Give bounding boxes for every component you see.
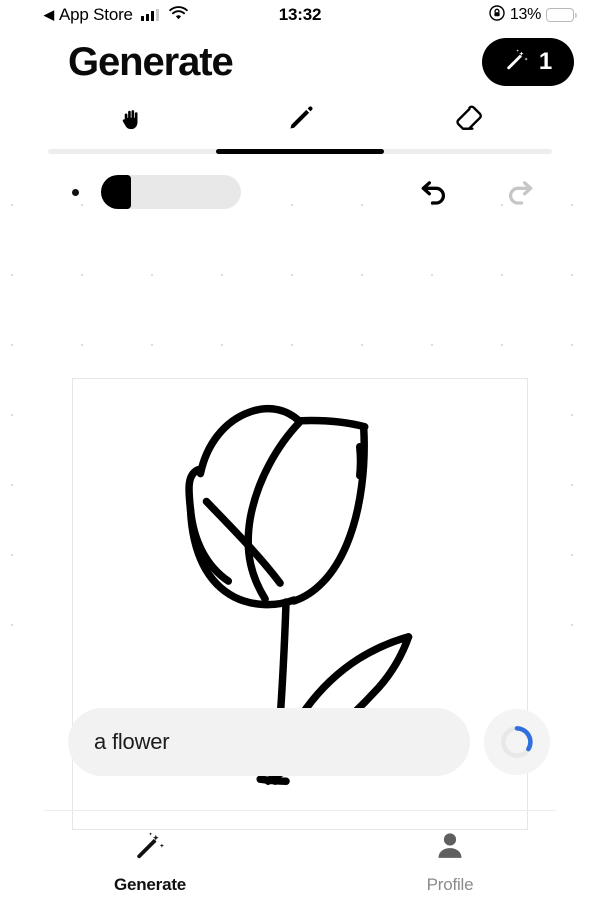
drawing-editor [0,154,600,830]
rotation-lock-icon [489,4,505,26]
tool-tab-eraser[interactable] [384,94,552,149]
undo-button[interactable] [412,177,456,207]
tool-tabs [0,94,600,149]
person-icon [433,829,467,868]
credits-badge[interactable]: 1 [482,38,574,86]
credits-count: 1 [538,48,553,75]
nav-label-profile: Profile [426,875,474,894]
battery-percent-label: 13% [509,6,541,23]
redo-button[interactable] [498,177,542,207]
status-bar-right: 13% [489,4,577,26]
hand-icon [117,104,147,139]
tool-tab-pencil[interactable] [216,94,384,149]
status-bar: ◀ App Store 13:32 13% [0,0,600,30]
prompt-input[interactable] [68,708,470,776]
nav-item-generate[interactable]: Generate [0,811,300,900]
stroke-color-swatch[interactable] [72,188,79,196]
bottom-nav: Generate Profile [0,811,600,900]
tool-tab-hand[interactable] [48,94,216,149]
magic-wand-icon [504,47,530,78]
status-bar-left: ◀ App Store [44,5,189,25]
battery-icon [546,8,577,22]
nav-label-generate: Generate [113,875,187,894]
page-title: Generate [68,39,234,84]
generate-send-button[interactable] [484,709,550,775]
stroke-width-slider-thumb[interactable] [101,175,131,209]
nav-item-profile[interactable]: Profile [300,811,600,900]
prompt-row [0,708,600,776]
drawing-toolbar [0,170,600,214]
eraser-icon [453,104,483,139]
stroke-width-slider[interactable] [101,175,241,209]
magic-wand-icon [133,829,167,868]
signal-bars-icon [140,9,160,21]
wifi-icon [169,5,189,25]
pencil-icon [285,104,315,139]
carrier-label: App Store [59,5,133,24]
page-header: Generate 1 [0,30,600,94]
loading-spinner-icon [501,726,533,758]
back-arrow-icon[interactable]: ◀ [44,8,54,21]
